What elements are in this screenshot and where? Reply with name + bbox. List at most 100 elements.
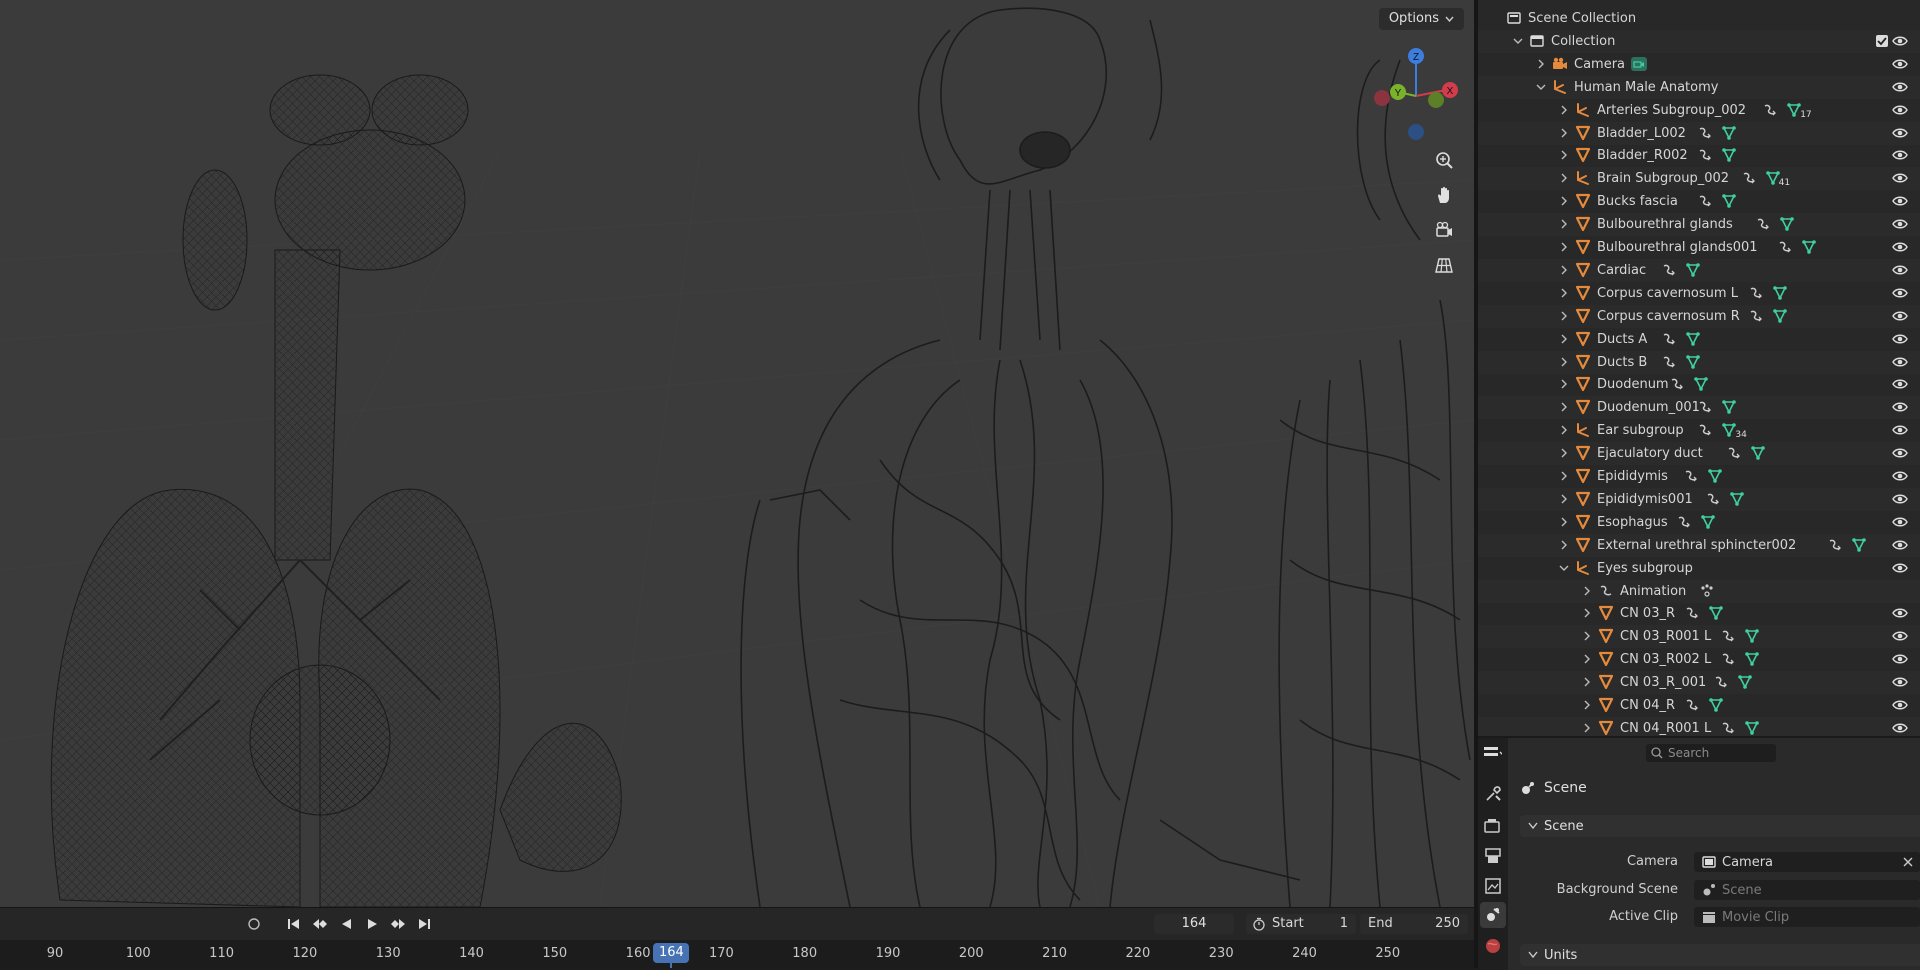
outliner-scrollbar[interactable] bbox=[1478, 0, 1480, 736]
mesh-data-icon[interactable] bbox=[1772, 285, 1788, 301]
chevron-right-icon[interactable] bbox=[1559, 128, 1569, 138]
playhead-frame-indicator[interactable]: 164 bbox=[653, 943, 690, 963]
visibility-eye-icon[interactable] bbox=[1892, 262, 1908, 278]
chevron-right-icon[interactable] bbox=[1559, 540, 1569, 550]
visibility-eye-icon[interactable] bbox=[1892, 331, 1908, 347]
mesh-data-icon[interactable] bbox=[1851, 537, 1867, 553]
visibility-eye-icon[interactable] bbox=[1892, 537, 1908, 553]
mesh-data-icon[interactable] bbox=[1744, 720, 1760, 736]
modifier-icon[interactable] bbox=[1827, 537, 1843, 553]
outliner-row[interactable]: CN 03_R002 L bbox=[1478, 648, 1920, 671]
visibility-eye-icon[interactable] bbox=[1892, 514, 1908, 530]
outliner-row[interactable]: Brain Subgroup_002 41 bbox=[1478, 167, 1920, 191]
visibility-eye-icon[interactable] bbox=[1892, 170, 1908, 186]
modifier-icon[interactable] bbox=[1684, 697, 1700, 713]
visibility-eye-icon[interactable] bbox=[1892, 697, 1908, 713]
chevron-right-icon[interactable] bbox=[1582, 677, 1592, 687]
modifier-icon[interactable] bbox=[1697, 147, 1713, 163]
mesh-data-icon[interactable] bbox=[1685, 331, 1701, 347]
outliner-row[interactable]: Duodenum_001 bbox=[1478, 396, 1920, 420]
outliner-row[interactable]: Collection bbox=[1478, 29, 1920, 53]
chevron-down-icon[interactable] bbox=[1536, 82, 1546, 92]
camera-field[interactable]: Camera bbox=[1694, 852, 1920, 872]
outliner-row[interactable]: Esophagus bbox=[1478, 511, 1920, 534]
mesh-data-icon[interactable] bbox=[1721, 193, 1737, 209]
visibility-eye-icon[interactable] bbox=[1892, 193, 1908, 209]
outliner-row[interactable]: Scene Collection bbox=[1478, 7, 1920, 30]
chevron-right-icon[interactable] bbox=[1559, 173, 1569, 183]
modifier-icon[interactable] bbox=[1720, 720, 1736, 736]
modifier-icon[interactable] bbox=[1661, 354, 1677, 370]
start-frame-field[interactable]: Start 1 bbox=[1246, 914, 1356, 934]
outliner-row[interactable]: Bucks fascia bbox=[1478, 190, 1920, 213]
wireframe-scene[interactable] bbox=[0, 0, 1474, 907]
modifier-icon[interactable] bbox=[1720, 651, 1736, 667]
visibility-eye-icon[interactable] bbox=[1892, 33, 1908, 49]
chevron-down-icon[interactable] bbox=[1513, 36, 1523, 46]
outliner-row[interactable]: Epididymis001 bbox=[1478, 487, 1920, 511]
visibility-eye-icon[interactable] bbox=[1892, 79, 1908, 95]
modifier-icon[interactable] bbox=[1676, 514, 1692, 530]
visibility-eye-icon[interactable] bbox=[1892, 651, 1908, 667]
outliner-row[interactable]: CN 03_R bbox=[1478, 602, 1920, 625]
chevron-right-icon[interactable] bbox=[1582, 723, 1592, 733]
visibility-eye-icon[interactable] bbox=[1892, 285, 1908, 301]
modifier-icon[interactable] bbox=[1713, 674, 1729, 690]
mesh-data-icon[interactable] bbox=[1685, 262, 1701, 278]
mesh-data-icon[interactable] bbox=[1700, 514, 1716, 530]
mesh-data-icon[interactable] bbox=[1772, 308, 1788, 324]
outliner-row[interactable]: Bulbourethral glands bbox=[1478, 213, 1920, 237]
modifier-icon[interactable] bbox=[1748, 308, 1764, 324]
outliner-row[interactable]: Eyes subgroup bbox=[1478, 557, 1920, 580]
options-dropdown[interactable]: Options bbox=[1378, 8, 1464, 30]
chevron-right-icon[interactable] bbox=[1582, 631, 1592, 641]
modifier-icon[interactable] bbox=[1705, 491, 1721, 507]
visibility-eye-icon[interactable] bbox=[1892, 376, 1908, 392]
mesh-data-icon[interactable] bbox=[1707, 468, 1723, 484]
outliner-row[interactable]: Duodenum bbox=[1478, 373, 1920, 396]
chevron-right-icon[interactable] bbox=[1559, 402, 1569, 412]
outliner-row[interactable]: CN 04_R bbox=[1478, 694, 1920, 717]
3d-viewport[interactable]: Options Z X Y bbox=[0, 0, 1474, 907]
mesh-data-icon[interactable] bbox=[1801, 239, 1817, 255]
outliner-row[interactable]: External urethral sphincter002 bbox=[1478, 533, 1920, 557]
outliner-row[interactable]: Ejaculatory duct bbox=[1478, 442, 1920, 466]
outliner-row[interactable]: Cardiac bbox=[1478, 258, 1920, 282]
chevron-down-icon[interactable] bbox=[1559, 563, 1569, 573]
modifier-icon[interactable] bbox=[1697, 193, 1713, 209]
outliner[interactable]: Scene Collection Collection Camera Human Ma… bbox=[1478, 0, 1920, 736]
outliner-row[interactable]: CN 03_R001 L bbox=[1478, 625, 1920, 649]
outliner-row[interactable]: Epididymis bbox=[1478, 465, 1920, 488]
mesh-data-icon[interactable] bbox=[1750, 445, 1766, 461]
visibility-eye-icon[interactable] bbox=[1892, 468, 1908, 484]
chevron-right-icon[interactable] bbox=[1559, 105, 1569, 115]
chevron-right-icon[interactable] bbox=[1559, 311, 1569, 321]
visibility-eye-icon[interactable] bbox=[1892, 491, 1908, 507]
active-clip-field[interactable]: Movie Clip bbox=[1694, 907, 1920, 927]
outliner-row[interactable]: Ducts A bbox=[1478, 328, 1920, 351]
scene-panel-header[interactable]: Scene bbox=[1520, 815, 1920, 837]
outliner-row[interactable]: Ear subgroup 34 bbox=[1478, 419, 1920, 442]
action-icon[interactable] bbox=[1699, 583, 1715, 599]
mesh-data-icon[interactable] bbox=[1744, 628, 1760, 644]
chevron-right-icon[interactable] bbox=[1582, 608, 1592, 618]
visibility-eye-icon[interactable] bbox=[1892, 422, 1908, 438]
visibility-eye-icon[interactable] bbox=[1892, 102, 1908, 118]
outliner-row[interactable]: Arteries Subgroup_002 17 bbox=[1478, 99, 1920, 122]
chevron-right-icon[interactable] bbox=[1559, 448, 1569, 458]
outliner-row[interactable]: Bladder_R002 bbox=[1478, 144, 1920, 167]
modifier-icon[interactable] bbox=[1697, 125, 1713, 141]
current-frame-field[interactable]: 164 bbox=[1154, 914, 1234, 934]
modifier-icon[interactable] bbox=[1661, 262, 1677, 278]
visibility-eye-icon[interactable] bbox=[1892, 628, 1908, 644]
outliner-row[interactable]: Bulbourethral glands001 bbox=[1478, 236, 1920, 259]
record-icon[interactable] bbox=[244, 914, 264, 934]
units-panel-header[interactable]: Units bbox=[1520, 944, 1920, 966]
chevron-right-icon[interactable] bbox=[1559, 242, 1569, 252]
chevron-right-icon[interactable] bbox=[1582, 586, 1592, 596]
chevron-right-icon[interactable] bbox=[1559, 425, 1569, 435]
jump-start-icon[interactable] bbox=[284, 914, 304, 934]
chevron-right-icon[interactable] bbox=[1559, 357, 1569, 367]
mesh-data-icon[interactable] bbox=[1729, 491, 1745, 507]
visibility-eye-icon[interactable] bbox=[1892, 239, 1908, 255]
